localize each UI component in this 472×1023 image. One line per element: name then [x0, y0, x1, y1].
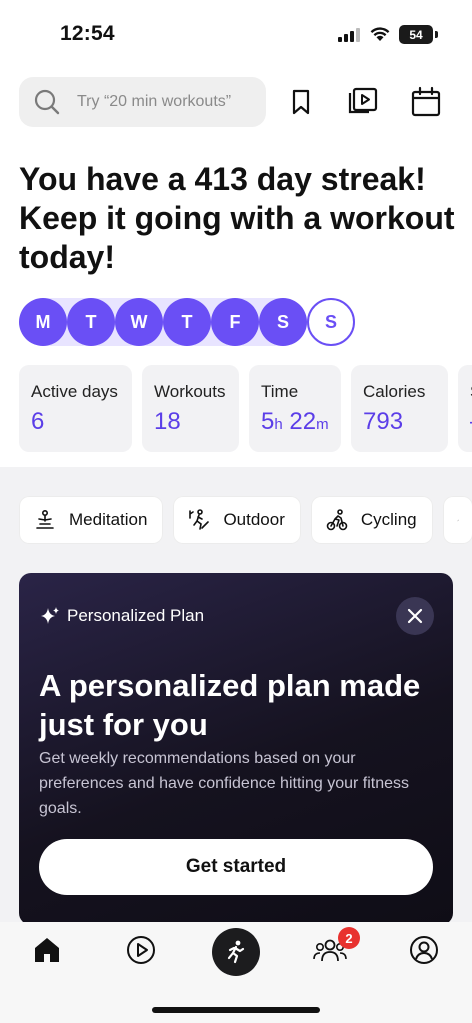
- sparkle-icon: [41, 607, 59, 624]
- play-icon: [127, 936, 155, 964]
- stats-row: Active days 6 Workouts 18 Time 5h 22m Ca…: [19, 365, 472, 452]
- time-minutes-unit: m: [316, 416, 329, 433]
- day-thursday[interactable]: T: [163, 298, 211, 346]
- meditation-icon: [36, 509, 54, 529]
- notification-badge: 2: [338, 927, 360, 949]
- chip-label: Cycling: [360, 510, 417, 529]
- stat-label: Workouts: [154, 382, 226, 401]
- stat-time[interactable]: Time 5h 22m: [249, 365, 341, 452]
- week-streak: M T W T F S S: [19, 298, 355, 346]
- home-icon: [35, 938, 59, 962]
- stat-value: 6: [31, 408, 45, 435]
- battery-nub: [435, 31, 438, 38]
- chip-partial[interactable]: [442, 496, 472, 544]
- category-chips: Meditation Outdoor Cycling: [19, 496, 472, 544]
- time-hours: 5: [261, 408, 275, 435]
- chip-label: Meditation: [69, 510, 148, 529]
- day-monday[interactable]: M: [19, 298, 67, 346]
- close-button[interactable]: [396, 597, 434, 635]
- chip-meditation[interactable]: Meditation: [19, 496, 164, 544]
- stat-label: Active days: [31, 382, 118, 401]
- stat-calories[interactable]: Calories 793: [351, 365, 448, 452]
- plan-description: Get weekly recommendations based on your…: [39, 750, 410, 817]
- battery-icon: 54: [399, 25, 433, 44]
- outdoor-icon: [189, 509, 210, 530]
- get-started-button[interactable]: Get started: [39, 839, 433, 895]
- stat-value: 18: [154, 408, 181, 435]
- wifi-icon: [370, 27, 390, 41]
- streak-title: You have a 413 day streak! Keep it going…: [19, 161, 455, 275]
- bookmark-icon[interactable]: [285, 86, 317, 118]
- tab-profile[interactable]: [404, 930, 444, 970]
- tab-workout[interactable]: [212, 928, 260, 976]
- close-icon: [407, 608, 423, 624]
- personalized-plan-card: Personalized Plan A personalized plan ma…: [19, 573, 453, 925]
- running-icon: [457, 519, 459, 522]
- status-time: 12:54: [60, 22, 115, 45]
- plan-badge-label: Personalized Plan: [67, 606, 205, 625]
- calendar-icon[interactable]: [410, 86, 442, 118]
- home-indicator: [152, 1007, 320, 1013]
- status-bar: 12:54 54: [0, 0, 472, 70]
- search-placeholder: Try “20 min workouts”: [77, 93, 232, 110]
- stat-value: 5h 22m: [261, 408, 329, 436]
- tab-home[interactable]: [27, 930, 67, 970]
- stat-workouts[interactable]: Workouts 18: [142, 365, 239, 452]
- plan-badge: Personalized Plan: [39, 605, 204, 627]
- chip-outdoor[interactable]: Outdoor: [173, 496, 301, 544]
- search-icon: [34, 89, 60, 115]
- cellular-signal-icon: [338, 28, 360, 42]
- plan-title: A personalized plan made just for you: [39, 668, 421, 742]
- day-friday[interactable]: F: [211, 298, 259, 346]
- time-hours-unit: h: [274, 416, 283, 433]
- day-sunday[interactable]: S: [307, 298, 355, 346]
- screen: 12:54 54 Try “20 min workouts” You have …: [0, 0, 472, 1023]
- stat-label: Calories: [363, 382, 426, 401]
- stat-label: Time: [261, 382, 299, 401]
- video-library-icon[interactable]: [347, 86, 379, 118]
- stat-partial[interactable]: Se –: [458, 365, 472, 452]
- search-input[interactable]: Try “20 min workouts”: [19, 77, 266, 127]
- day-wednesday[interactable]: W: [115, 298, 163, 346]
- workout-icon: [227, 940, 245, 964]
- time-minutes: 22: [289, 408, 317, 435]
- day-saturday[interactable]: S: [259, 298, 307, 346]
- stat-active-days[interactable]: Active days 6: [19, 365, 132, 452]
- tab-classes[interactable]: [121, 930, 161, 970]
- cycling-icon: [326, 509, 348, 531]
- stat-value: 793: [363, 408, 404, 435]
- day-tuesday[interactable]: T: [67, 298, 115, 346]
- chip-label: Outdoor: [223, 510, 285, 529]
- chip-cycling[interactable]: Cycling: [310, 496, 433, 544]
- profile-icon: [410, 936, 438, 964]
